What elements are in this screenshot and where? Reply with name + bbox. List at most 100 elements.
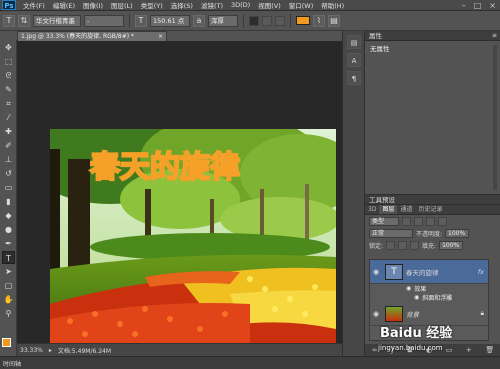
history-icon[interactable]: ▤	[347, 35, 361, 49]
eye-icon[interactable]: ◉	[414, 294, 419, 301]
effect-item-row[interactable]: ◉ 斜面和浮雕	[370, 293, 488, 302]
gradient-tool-icon[interactable]: ▮	[2, 195, 15, 208]
layer-name: 背景	[406, 310, 419, 319]
tool-presets-header: 工具预设	[365, 195, 500, 205]
menu-image[interactable]: 图像(I)	[79, 0, 107, 10]
lock-pixels-icon[interactable]	[398, 240, 408, 250]
eraser-tool-icon[interactable]: ▭	[2, 181, 15, 194]
folder-icon[interactable]: ▭	[446, 346, 453, 354]
timeline-bar: 时间轴	[0, 356, 500, 369]
crop-tool-icon[interactable]: ⌗	[2, 97, 15, 110]
minimize-icon[interactable]: –	[462, 1, 466, 10]
marquee-tool-icon[interactable]: ⬚	[2, 55, 15, 68]
paragraph-icon[interactable]: ¶	[347, 71, 361, 85]
eye-icon[interactable]: ◉	[406, 285, 411, 292]
zoom-tool-icon[interactable]: ⚲	[2, 307, 15, 320]
lasso-tool-icon[interactable]: ᘓ	[2, 69, 15, 82]
warp-text-icon[interactable]: ⌇	[313, 14, 325, 27]
type-tool-icon[interactable]: T	[3, 14, 15, 27]
effects-row[interactable]: ◉ 效果	[370, 284, 488, 293]
filter-pixel-icon[interactable]	[402, 216, 411, 226]
quick-select-tool-icon[interactable]: ✎	[2, 83, 15, 96]
zoom-level[interactable]: 33.33%	[20, 347, 43, 354]
shape-tool-icon[interactable]: ▢	[2, 279, 15, 292]
eye-icon[interactable]: ◉	[370, 310, 382, 318]
text-orientation-icon[interactable]: ⇅	[18, 14, 30, 27]
hand-tool-icon[interactable]: ✋	[2, 293, 15, 306]
new-layer-icon[interactable]: +	[466, 346, 472, 354]
options-bar: T ⇅ 华文行楷青墨 - T 150.61 点 a 浑厚 ⌇ ▤	[0, 11, 500, 31]
menu-type[interactable]: 类型(Y)	[137, 0, 167, 10]
healing-tool-icon[interactable]: ✚	[2, 125, 15, 138]
menu-select[interactable]: 选择(S)	[167, 0, 197, 10]
tab-channels[interactable]: 通道	[397, 205, 415, 214]
layer-text[interactable]: ◉ T 春天的旋律 fx	[370, 260, 488, 284]
opacity-label: 不透明度:	[416, 230, 443, 238]
menu-layer[interactable]: 图层(L)	[107, 0, 137, 10]
menu-edit[interactable]: 编辑(E)	[49, 0, 79, 10]
separator	[129, 13, 130, 28]
antialias-select[interactable]: 浑厚	[208, 14, 238, 27]
opacity-field[interactable]: 100%	[445, 228, 470, 238]
properties-header: 属性 ≡	[365, 31, 500, 41]
effects-label: 效果	[414, 286, 427, 293]
tab-3d[interactable]: 3D	[365, 205, 379, 214]
blur-tool-icon[interactable]: ◆	[2, 209, 15, 222]
tab-layers[interactable]: 图层	[379, 205, 398, 214]
properties-scrollbar[interactable]	[493, 45, 497, 190]
font-family-select[interactable]: 华文行楷青墨	[33, 14, 81, 27]
align-right-button[interactable]	[275, 15, 285, 26]
align-left-button[interactable]	[249, 15, 259, 26]
link-icon[interactable]: ∞	[372, 346, 378, 354]
panel-menu-icon[interactable]: ≡	[492, 31, 497, 41]
eye-icon[interactable]: ◉	[370, 268, 382, 276]
path-select-tool-icon[interactable]: ➤	[2, 265, 15, 278]
lock-label: 锁定:	[369, 242, 384, 250]
document-tab[interactable]: 1.jpg @ 33.3% (春天的旋律, RGB/8#) * ×	[17, 31, 167, 41]
type-tool-icon[interactable]: T	[2, 251, 15, 264]
filter-type-icon[interactable]	[426, 216, 435, 226]
lock-transparent-icon[interactable]	[386, 240, 396, 250]
blend-mode-select[interactable]: 正常	[369, 228, 413, 238]
menu-view[interactable]: 视图(V)	[254, 0, 285, 10]
layer-kind-filter[interactable]: 类型	[369, 216, 399, 226]
lock-row: 锁定: 填充: 100%	[365, 239, 500, 251]
window-controls: – □ ×	[462, 1, 500, 10]
menu-file[interactable]: 文件(F)	[19, 0, 49, 10]
history-brush-tool-icon[interactable]: ↺	[2, 167, 15, 180]
menu-help[interactable]: 帮助(H)	[317, 0, 348, 10]
filter-shape-icon[interactable]	[438, 216, 447, 226]
properties-title: 属性	[369, 32, 382, 40]
character-icon[interactable]: A	[347, 53, 361, 67]
canvas-area[interactable]: 春天的旋律	[17, 41, 342, 343]
move-tool-icon[interactable]: ✥	[2, 41, 15, 54]
timeline-tab[interactable]: 时间轴	[3, 359, 21, 368]
tool-presets-title[interactable]: 工具预设	[369, 196, 395, 204]
fx-badge[interactable]: fx	[478, 268, 484, 276]
fill-field[interactable]: 100%	[439, 240, 464, 250]
text-color-swatch[interactable]	[296, 16, 310, 25]
dodge-tool-icon[interactable]: ●	[2, 223, 15, 236]
photoshop-logo: Ps	[2, 0, 16, 10]
close-icon[interactable]: ×	[489, 1, 496, 10]
doc-info-icon[interactable]: ▸	[49, 347, 52, 354]
document-canvas[interactable]: 春天的旋律	[50, 129, 336, 343]
font-size-field[interactable]: 150.61 点	[150, 14, 190, 27]
align-center-button[interactable]	[262, 15, 272, 26]
brush-tool-icon[interactable]: ✐	[2, 139, 15, 152]
menu-filter[interactable]: 滤镜(T)	[197, 0, 227, 10]
font-style-select[interactable]: -	[84, 14, 124, 27]
menu-3d[interactable]: 3D(D)	[227, 1, 254, 9]
pen-tool-icon[interactable]: ✒	[2, 237, 15, 250]
maximize-icon[interactable]: □	[474, 1, 482, 10]
stamp-tool-icon[interactable]: ⊥	[2, 153, 15, 166]
trash-icon[interactable]: 🗑︎	[485, 346, 494, 354]
foreground-color-swatch[interactable]	[2, 338, 11, 347]
close-tab-icon[interactable]: ×	[158, 32, 163, 41]
character-panel-icon[interactable]: ▤	[328, 14, 340, 27]
tab-history[interactable]: 历史记录	[415, 205, 445, 214]
menu-window[interactable]: 窗口(W)	[285, 0, 318, 10]
filter-adjust-icon[interactable]	[414, 216, 423, 226]
eyedropper-tool-icon[interactable]: ⁄	[2, 111, 15, 124]
lock-position-icon[interactable]	[410, 240, 420, 250]
